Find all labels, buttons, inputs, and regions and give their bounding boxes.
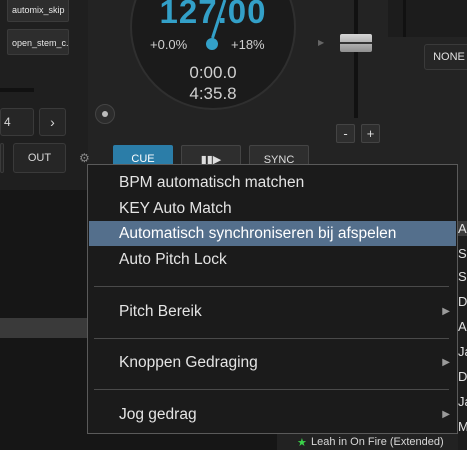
menu-item-label: Knoppen Gedraging — [119, 354, 258, 371]
menu-item-bpm-auto-match[interactable]: BPM automatisch matchen — [89, 170, 456, 195]
loop-slider[interactable] — [0, 88, 34, 92]
list-item[interactable]: D — [458, 369, 467, 384]
pitch-percent: +0.0% — [150, 37, 188, 52]
menu-item-key-auto-match[interactable]: KEY Auto Match — [89, 196, 456, 221]
submenu-arrow-icon: ▶ — [442, 357, 450, 368]
menu-item-jog-behavior[interactable]: Jog gedrag ▶ — [89, 402, 456, 427]
fx-slot-divider — [403, 0, 406, 37]
loop-out-button[interactable]: OUT — [13, 143, 66, 173]
list-item[interactable]: S — [458, 269, 467, 284]
loop-next-button[interactable]: › — [39, 108, 66, 136]
track-list-partial: A Sh S D A Ja D Ja M — [458, 190, 467, 450]
list-item[interactable]: M — [458, 419, 467, 434]
menu-item-button-behavior[interactable]: Knoppen Gedraging ▶ — [89, 350, 456, 375]
menu-item-label: Jog gedrag — [119, 406, 197, 423]
dot-icon — [102, 111, 108, 117]
fx-select-button[interactable]: NONE — [424, 44, 467, 70]
list-item[interactable]: D — [458, 294, 467, 309]
browser-footer-text: Leah in On Fire (Extended) — [311, 436, 444, 448]
fx-panel — [388, 0, 467, 37]
menu-item-pitch-range[interactable]: Pitch Bereik ▶ — [89, 299, 456, 324]
submenu-arrow-icon: ▶ — [442, 306, 450, 317]
pitch-minus-button[interactable]: - — [336, 124, 355, 143]
pitch-range: +18% — [231, 37, 265, 52]
script-button-open-stem[interactable]: open_stem_c... — [7, 29, 69, 55]
loop-in-button[interactable] — [0, 143, 4, 173]
menu-separator — [94, 286, 449, 287]
submenu-arrow-icon: ▶ — [442, 409, 450, 420]
list-item[interactable]: Ja — [458, 394, 467, 409]
pitch-fader-track[interactable] — [354, 0, 358, 118]
chevron-right-icon: › — [50, 114, 55, 130]
script-button-automix-skip[interactable]: automix_skip — [7, 0, 69, 22]
jog-center-dot — [206, 38, 218, 50]
list-item[interactable]: A — [458, 319, 467, 334]
menu-item-auto-sync-on-play[interactable]: Automatisch synchroniseren bij afspelen — [89, 221, 456, 246]
bpm-display: 127.00 — [159, 0, 267, 30]
pitch-plus-button[interactable]: + — [361, 124, 380, 143]
record-button[interactable] — [95, 104, 115, 124]
list-item[interactable]: Sh — [458, 246, 467, 261]
menu-separator — [94, 338, 449, 339]
list-item[interactable]: A — [458, 221, 467, 236]
triangle-right-icon: ▶ — [318, 38, 325, 47]
browser-footer-row[interactable]: ★ Leah in On Fire (Extended) — [277, 434, 467, 450]
remaining-time: 4:35.8 — [189, 84, 237, 103]
menu-separator — [94, 389, 449, 390]
track-status-icon: ★ — [297, 437, 307, 449]
deck-options-context-menu: BPM automatisch matchen KEY Auto Match A… — [87, 164, 458, 434]
menu-item-label: Pitch Bereik — [119, 303, 202, 320]
gear-icon[interactable]: ⚙ — [79, 152, 91, 164]
elapsed-time: 0:00.0 — [189, 63, 237, 82]
browser-splitter[interactable] — [0, 318, 88, 338]
pitch-fader-handle[interactable] — [340, 34, 372, 52]
loop-size-field[interactable]: 4 — [0, 108, 34, 136]
list-item[interactable]: Ja — [458, 344, 467, 359]
menu-item-auto-pitch-lock[interactable]: Auto Pitch Lock — [89, 247, 456, 272]
